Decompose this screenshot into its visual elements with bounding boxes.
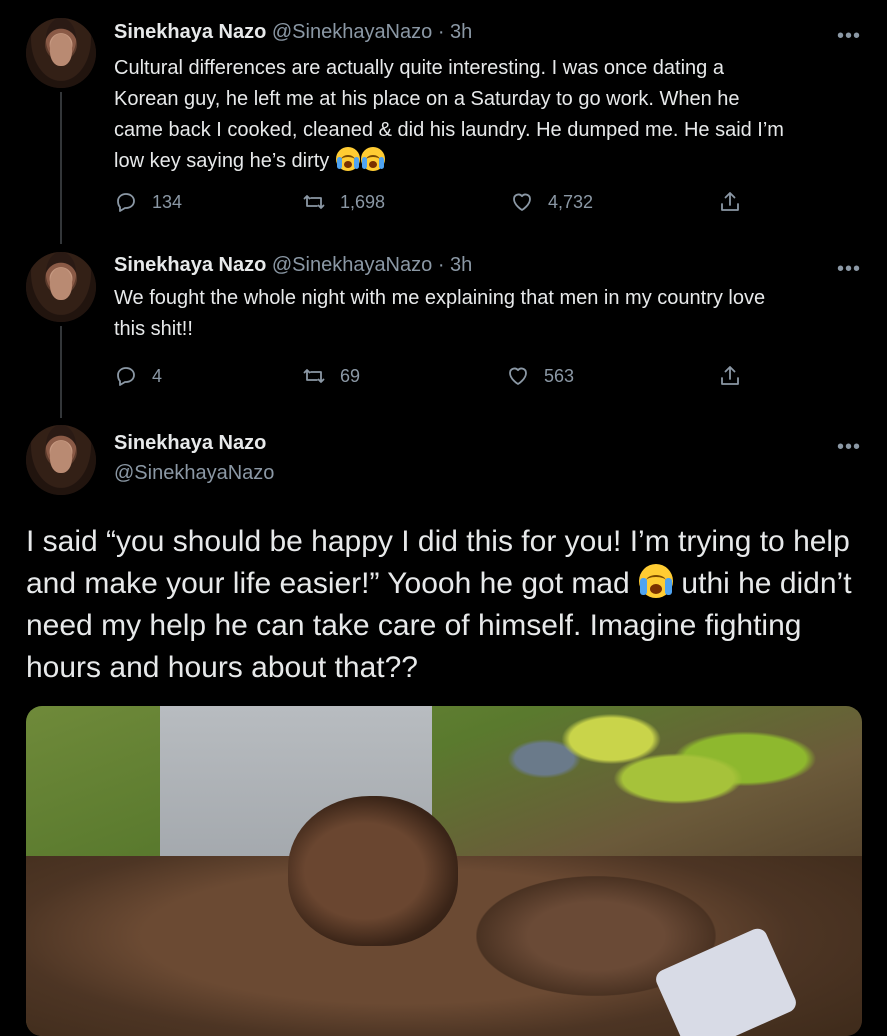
display-name[interactable]: Sinekhaya Nazo [114,432,266,455]
reply-icon [117,193,135,212]
like-count: 563 [544,365,575,386]
tweet-actions: 4 69 563 [114,364,754,392]
avatar[interactable] [26,252,96,322]
retweet-icon [303,369,325,383]
heart-icon [513,193,531,211]
tweet-header: Sinekhaya Nazo @SinekhayaNazo · 3h [114,254,472,277]
heart-icon [509,367,527,385]
timestamp[interactable]: 3h [450,254,472,276]
tweet-text: We fought the whole night with me explai… [114,283,864,345]
tweet-text-line: Cultural differences are actually quite … [114,57,724,79]
retweet-count: 69 [340,365,361,386]
share-icon [721,366,739,385]
retweet-icon [303,195,325,209]
retweet-button[interactable]: 69 [302,364,360,388]
crying-face-emoji-icon [639,564,674,598]
tweet-text-line: came back I cooked, cleaned & did his la… [114,119,784,141]
share-button[interactable] [718,190,756,214]
tweet-header: Sinekhaya Nazo @SinekhayaNazo · 3h [114,21,472,44]
more-options-icon[interactable]: ••• [837,259,861,279]
crying-face-emoji-icon [360,147,385,171]
display-name[interactable]: Sinekhaya Nazo [114,254,266,276]
crying-face-emoji-icon [335,147,360,171]
thread-line [60,92,62,244]
tweet-text: I said “you should be happy I did this f… [26,521,871,689]
retweet-count: 1,698 [340,191,386,212]
more-options-icon[interactable]: ••• [837,437,861,457]
tweet-text-line: We fought the whole night with me explai… [114,287,766,309]
retweet-button[interactable]: 1,698 [302,190,385,214]
tweet-text: Cultural differences are actually quite … [114,53,864,177]
thread-line [60,326,62,418]
more-options-icon[interactable]: ••• [837,26,861,46]
user-handle[interactable]: @SinekhayaNazo [272,254,432,276]
avatar[interactable] [26,18,96,88]
user-handle[interactable]: @SinekhayaNazo [114,462,274,485]
tweet-media-image[interactable] [26,706,862,1036]
avatar[interactable] [26,425,96,495]
reply-count: 4 [152,365,163,386]
like-button[interactable]: 563 [506,364,574,388]
man-head [288,796,458,946]
share-button[interactable] [718,364,756,388]
tweet-text-line: low key saying he’s dirty [114,146,864,177]
like-count: 4,732 [548,191,594,212]
user-handle[interactable]: @SinekhayaNazo [272,21,432,43]
separator: · [437,254,445,276]
display-name[interactable]: Sinekhaya Nazo [114,21,266,43]
separator: · [437,21,445,43]
like-button[interactable]: 4,732 [510,190,593,214]
reply-button[interactable]: 4 [114,364,162,388]
reply-icon [117,367,135,386]
reply-count: 134 [152,191,183,212]
reply-button[interactable]: 134 [114,190,182,214]
tweet-text-line: Korean guy, he left me at his place on a… [114,88,740,110]
tweet-actions: 134 1,698 4,732 [114,190,754,218]
tweet-text-fragment: low key saying he’s dirty [114,150,330,172]
tweet-text-line: this shit!! [114,318,193,340]
share-icon [721,192,739,211]
timestamp[interactable]: 3h [450,21,472,43]
